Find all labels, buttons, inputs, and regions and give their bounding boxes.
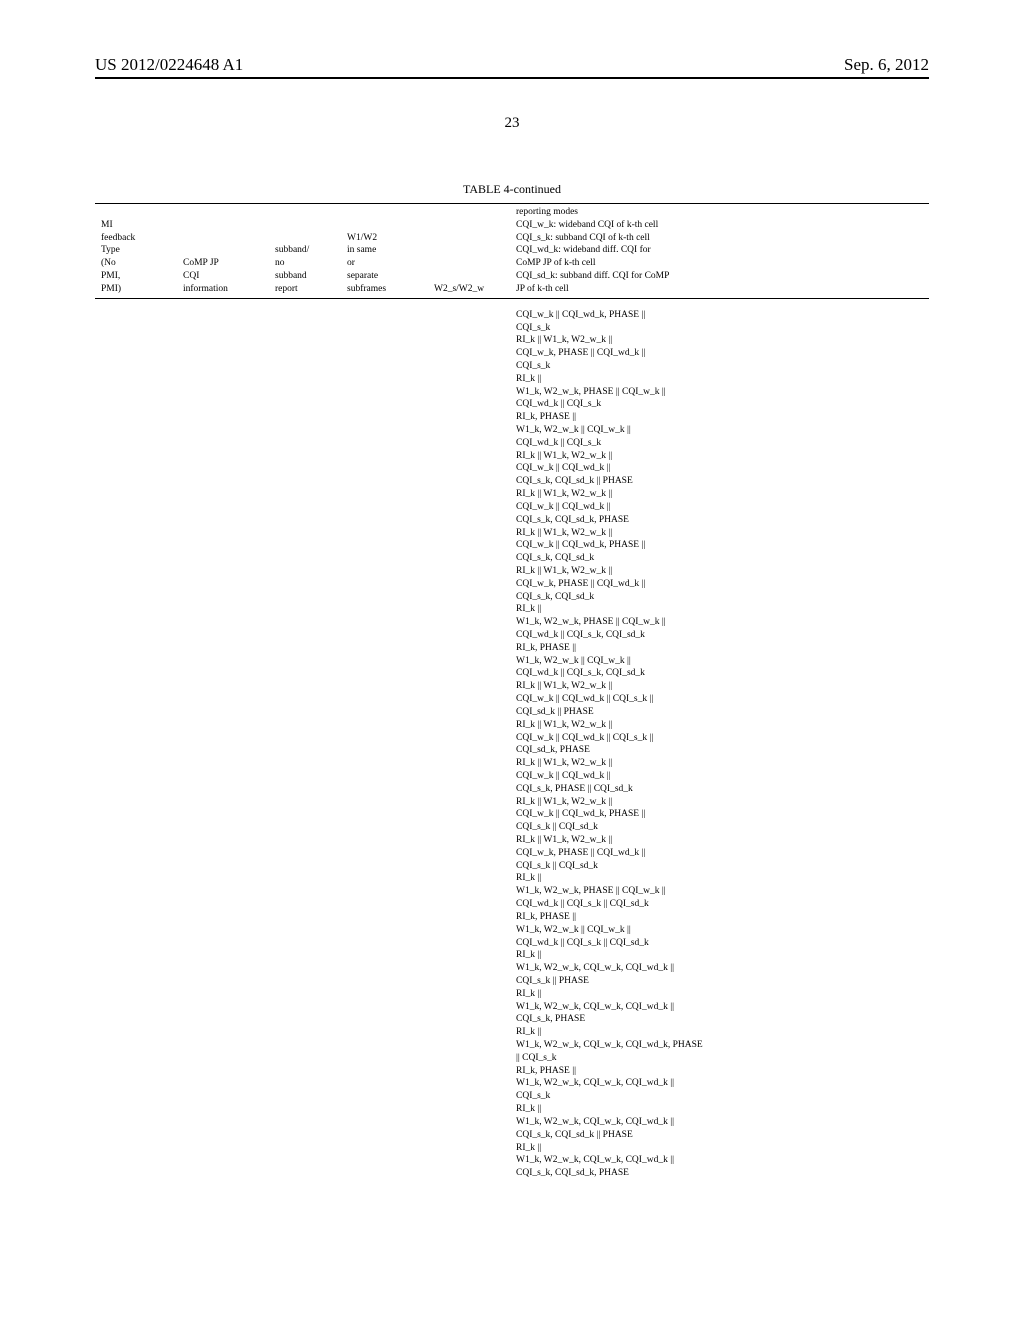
publication-number: US 2012/0224648 A1	[95, 55, 243, 75]
table-cell	[95, 298, 177, 1186]
col-header-w1-w2: W1/W2 in same or separate subframes	[341, 204, 428, 299]
table-cell	[177, 298, 269, 1186]
table-cell	[428, 298, 510, 1186]
page-header: US 2012/0224648 A1 Sep. 6, 2012	[95, 55, 929, 79]
col-header-comp-jp-cqi: CoMP JP CQI information	[177, 204, 269, 299]
col-header-reporting-modes: reporting modes CQI_w_k: wideband CQI of…	[510, 204, 929, 299]
table-cell	[341, 298, 428, 1186]
table-cell	[269, 298, 341, 1186]
page-number: 23	[95, 115, 929, 132]
col-header-subband: subband/ no subband report	[269, 204, 341, 299]
col-header-w2s-w2w: W2_s/W2_w	[428, 204, 510, 299]
table-4-continued: MI feedback Type (No PMI, PMI) CoMP JP C…	[95, 203, 929, 1186]
table-cell-reporting-modes-body: CQI_w_k || CQI_wd_k, PHASE || CQI_s_k RI…	[510, 298, 929, 1186]
publication-date: Sep. 6, 2012	[844, 55, 929, 75]
table-title: TABLE 4-continued	[95, 182, 929, 197]
col-header-mi-feedback-type: MI feedback Type (No PMI, PMI)	[95, 204, 177, 299]
page: US 2012/0224648 A1 Sep. 6, 2012 23 TABLE…	[0, 0, 1024, 1226]
